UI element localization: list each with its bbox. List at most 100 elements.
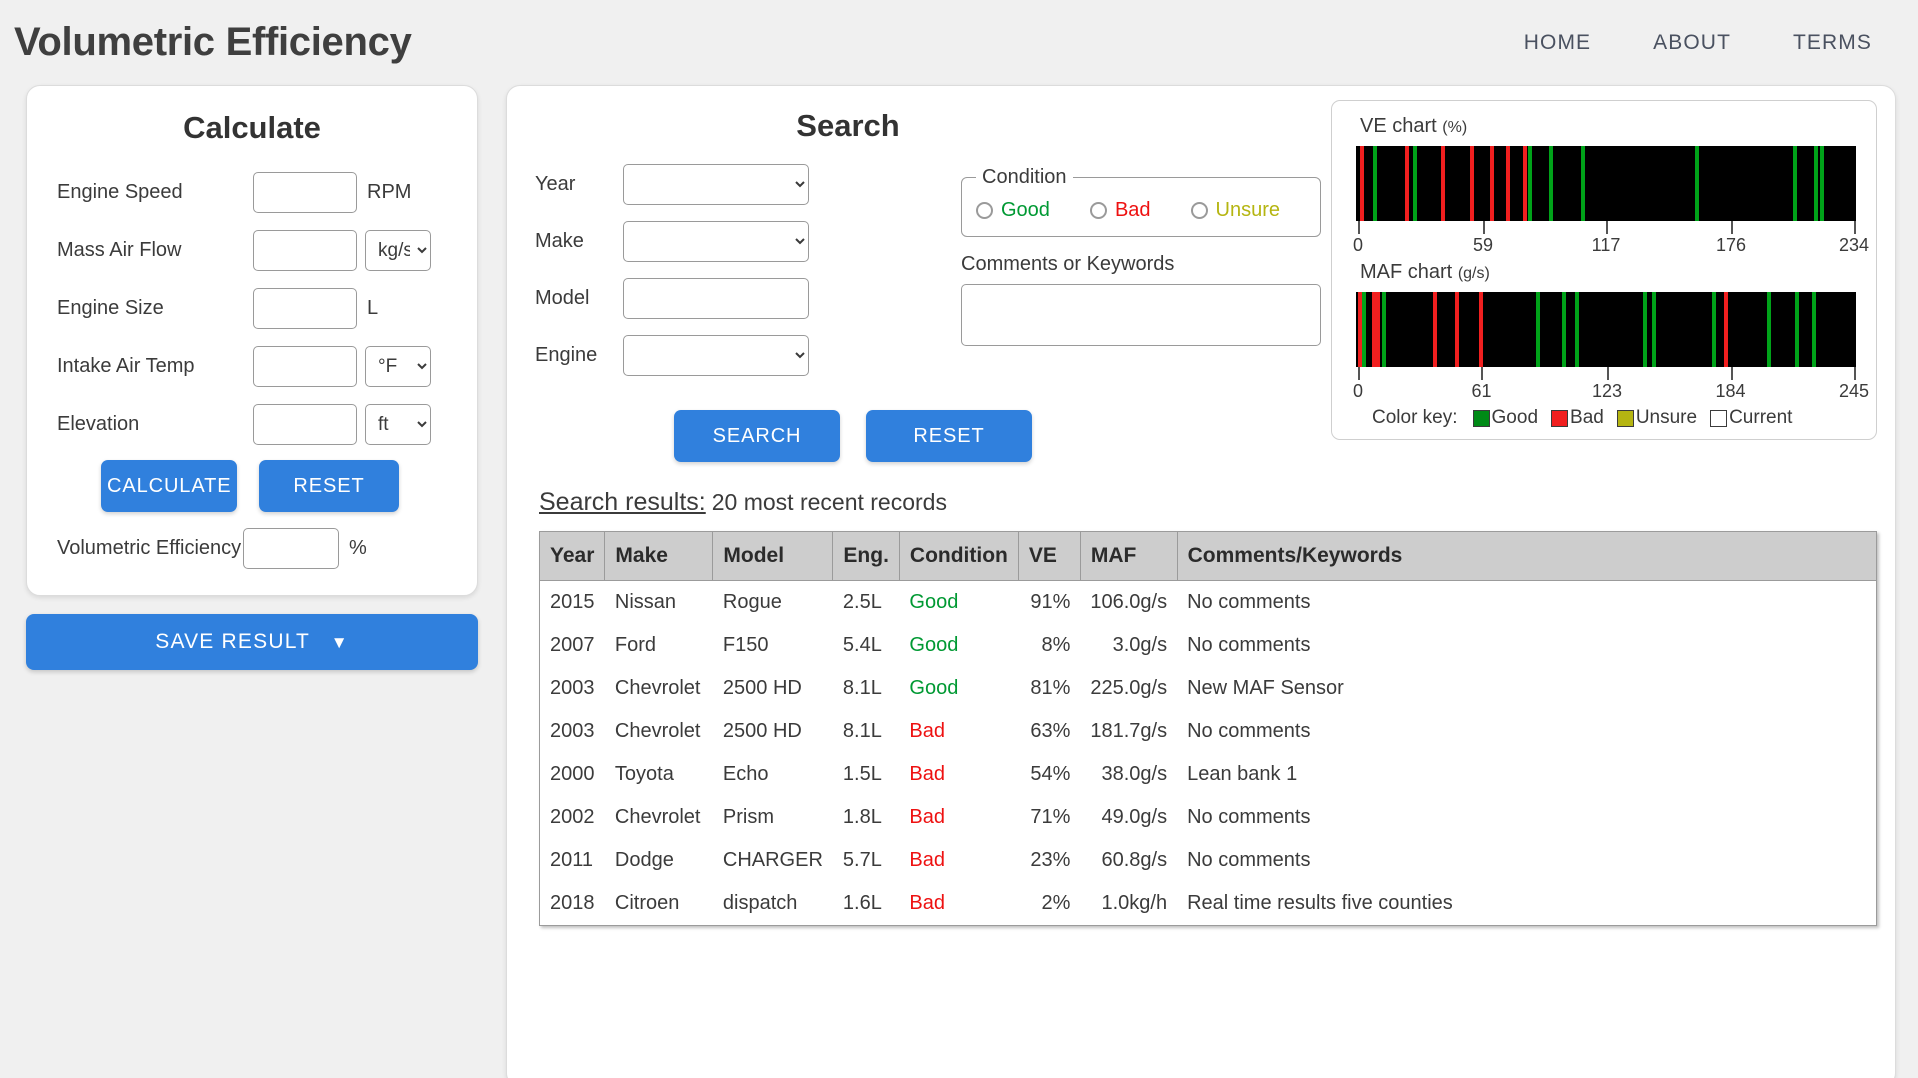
engine-size-input[interactable] (253, 287, 357, 329)
nav-link-terms[interactable]: TERMS (1793, 31, 1872, 55)
cell-ve: 8% (1041, 634, 1071, 656)
column-header-condition[interactable]: Condition (899, 531, 1019, 581)
cell-engine: 1.6L (842, 892, 882, 914)
color-key-unsure: Unsure (1616, 407, 1697, 429)
chart-bar (1723, 292, 1728, 367)
table-row[interactable]: 2000 Toyota Echo 1.5L Bad 54% 38.0g/s Lean bank… (540, 753, 1877, 796)
axis-tick-label: 176 (1716, 235, 1747, 255)
chart-bar (1470, 146, 1475, 221)
save-result-button[interactable]: SAVE RESULT ▼ (26, 614, 478, 670)
column-header-comments[interactable]: Comments/Keywords (1177, 531, 1878, 581)
condition-radio-good[interactable]: Good (976, 199, 1050, 222)
cell-comments: No comments (1187, 720, 1311, 742)
search-reset-button[interactable]: RESET (866, 410, 1032, 462)
column-header-ve[interactable]: VE (1018, 531, 1081, 581)
make-select[interactable] (623, 220, 809, 262)
table-row[interactable]: 2003 Chevrolet 2500 HD 8.1L Bad 63% 181.7g/s No… (540, 710, 1877, 753)
cell-model: Echo (722, 763, 769, 785)
engine-select[interactable] (623, 334, 809, 376)
axis-tick (1606, 221, 1608, 234)
axis-tick (1854, 367, 1856, 380)
table-row[interactable]: 2003 Chevrolet 2500 HD 8.1L Good 81% 225.0g/s N… (540, 667, 1877, 710)
calculate-button[interactable]: CALCULATE (101, 460, 237, 512)
results-table-head: Year Make Model Eng. Condition VE MAF Co… (539, 531, 1878, 581)
search-results-subtitle: 20 most recent records (711, 489, 947, 515)
ve-chart-title: VE chart (%) (1360, 115, 1862, 138)
make-label: Make (535, 229, 584, 252)
cell-maf: 106.0g/s (1090, 591, 1168, 613)
right-column: Search Year Make Model Engine Condition … (506, 85, 1896, 1078)
search-button[interactable]: SEARCH (674, 410, 840, 462)
cell-model: CHARGER (722, 849, 823, 871)
cell-ve: 63% (1030, 720, 1071, 742)
column-header-make[interactable]: Make (604, 531, 714, 581)
keywords-input[interactable] (961, 284, 1321, 346)
field-engine-speed: Engine Speed RPM (57, 168, 447, 216)
nav-link-home[interactable]: HOME (1524, 31, 1591, 55)
table-row[interactable]: 2002 Chevrolet Prism 1.8L Bad 71% 49.0g/s No co… (540, 796, 1877, 839)
results-table-body: 2015 Nissan Rogue 2.5L Good 91% 106.0g/s No com… (540, 581, 1877, 926)
table-row[interactable]: 2015 Nissan Rogue 2.5L Good 91% 106.0g/s No com… (540, 581, 1877, 625)
column-header-engine[interactable]: Eng. (832, 531, 900, 581)
field-make: Make (535, 217, 935, 265)
cell-make: Dodge (614, 849, 674, 871)
cell-condition: Good (909, 677, 959, 699)
calculate-panel: Calculate Engine Speed RPM Mass Air Flow… (26, 85, 478, 596)
cell-comments: Lean bank 1 (1187, 763, 1298, 785)
chart-bar (1404, 146, 1409, 221)
cell-condition: Bad (909, 720, 945, 742)
field-elevation: Elevation ft (57, 400, 447, 448)
chart-bar (1574, 292, 1579, 367)
radio-circle-icon (976, 202, 993, 219)
mass-air-flow-unit-select[interactable]: kg/s (365, 229, 431, 271)
condition-radio-unsure[interactable]: Unsure (1190, 199, 1280, 222)
chart-bar (1562, 292, 1567, 367)
search-form: Search Year Make Model Engine Condition … (525, 100, 1321, 462)
condition-good-label: Good (1001, 199, 1050, 221)
cell-year: 2015 (550, 591, 595, 613)
color-key-bad: Bad (1551, 407, 1604, 429)
field-year: Year (535, 160, 935, 208)
volumetric-efficiency-unit: % (349, 537, 367, 559)
model-input[interactable] (623, 277, 809, 319)
calculate-reset-button[interactable]: RESET (259, 460, 399, 512)
cell-engine: 8.1L (842, 720, 882, 742)
table-row[interactable]: 2011 Dodge CHARGER 5.7L Bad 23% 60.8g/s No comm… (540, 839, 1877, 882)
cell-maf: 60.8g/s (1101, 849, 1168, 871)
elevation-input[interactable] (253, 403, 357, 445)
intake-air-temp-unit-select[interactable]: °F (365, 345, 431, 387)
axis-tick (1358, 367, 1360, 380)
maf-chart-title: MAF chart (g/s) (1360, 261, 1862, 284)
elevation-unit-select[interactable]: ft (365, 403, 431, 445)
table-row[interactable]: 2007 Ford F150 5.4L Good 8% 3.0g/s No comments (540, 624, 1877, 667)
column-header-year[interactable]: Year (539, 531, 606, 581)
cell-maf: 1.0kg/h (1101, 892, 1168, 914)
charts-panel: VE chart (%) 0 59 117 176 234 MAF chart (g/s… (1331, 100, 1877, 440)
search-and-charts-row: Search Year Make Model Engine Condition … (525, 100, 1877, 462)
ve-chart-axis: 0 59 117 176 234 (1353, 221, 1869, 259)
year-select[interactable] (623, 163, 809, 205)
axis-tick-label: 117 (1591, 235, 1621, 255)
column-header-maf[interactable]: MAF (1080, 531, 1178, 581)
cell-condition: Bad (909, 892, 945, 914)
page-title: Volumetric Efficiency (14, 20, 412, 64)
column-header-model[interactable]: Model (712, 531, 834, 581)
calculate-title: Calculate (183, 110, 321, 145)
cell-make: Chevrolet (614, 677, 701, 699)
ve-chart-plot[interactable] (1356, 146, 1856, 221)
condition-radio-bad[interactable]: Bad (1089, 199, 1151, 222)
field-engine-size: Engine Size L (57, 284, 447, 332)
cell-year: 2003 (550, 677, 595, 699)
intake-air-temp-input[interactable] (253, 345, 357, 387)
table-row[interactable]: 2018 Citroen dispatch 1.6L Bad 2% 1.0kg/h Real … (540, 882, 1877, 926)
swatch-current-icon (1710, 409, 1728, 427)
swatch-bad-icon (1551, 409, 1569, 427)
nav-link-about[interactable]: ABOUT (1653, 31, 1731, 55)
cell-make: Toyota (614, 763, 674, 785)
chevron-down-icon: ▼ (330, 633, 349, 652)
maf-chart-plot[interactable] (1356, 292, 1856, 367)
engine-speed-input[interactable] (253, 171, 357, 213)
cell-comments: Real time results five counties (1187, 892, 1453, 914)
mass-air-flow-input[interactable] (253, 229, 357, 271)
volumetric-efficiency-output[interactable] (243, 528, 339, 569)
